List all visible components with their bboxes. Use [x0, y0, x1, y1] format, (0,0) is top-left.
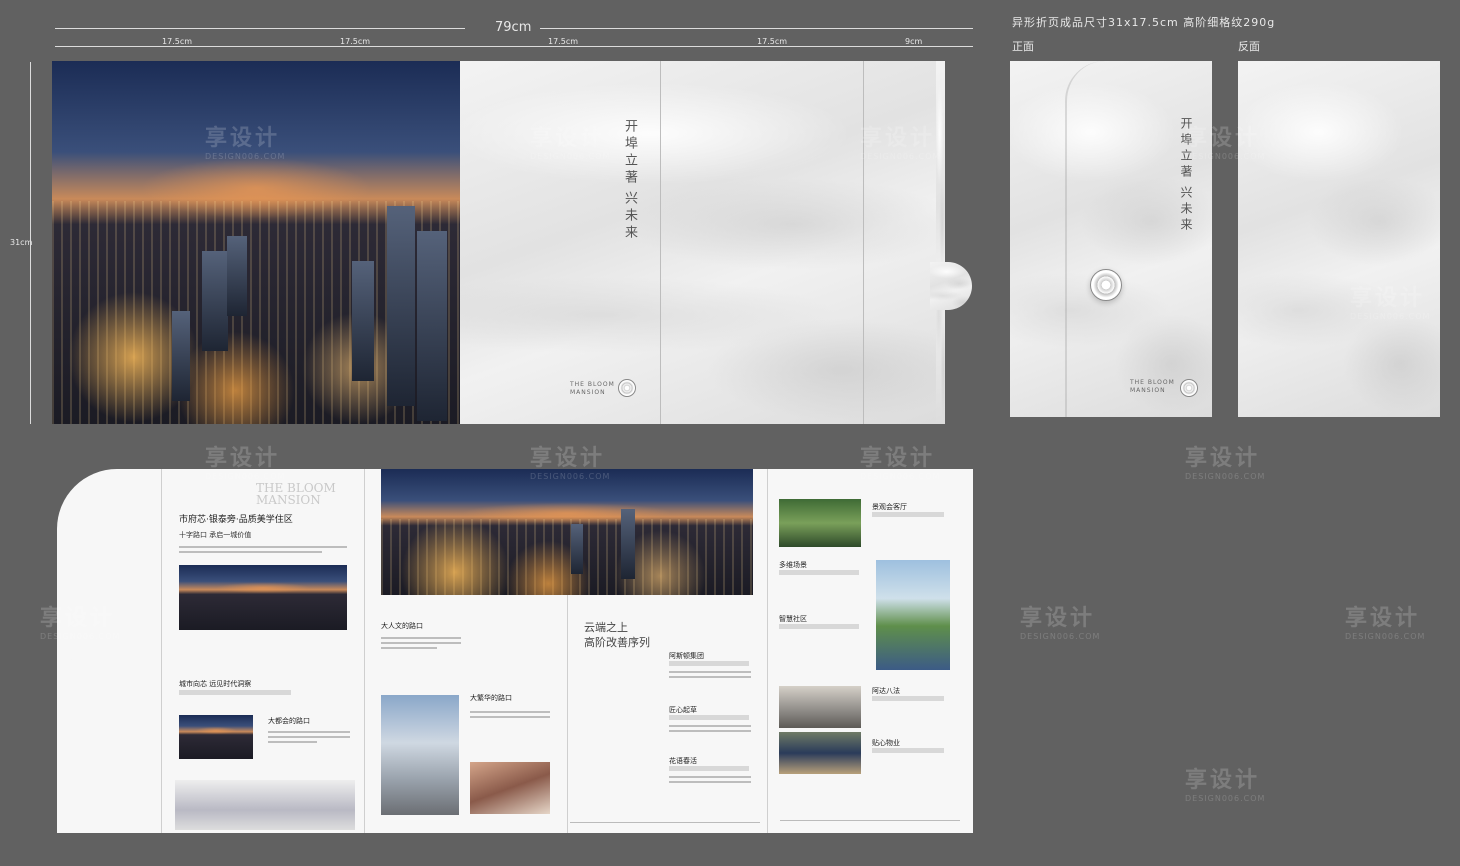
panel4-line-drawing [780, 800, 960, 821]
cover-tab [930, 262, 972, 310]
panel1-subtitle: 十字路口 承启一城价值 [179, 531, 252, 539]
watermark: 享设计 DESIGN006.COM [860, 446, 941, 481]
panel2-section2-title: 大繁华的路口 [470, 694, 512, 702]
panel2-mall-photo [381, 695, 459, 815]
segment-label-3: 17.5cm [548, 37, 579, 46]
panel1-night-photo [179, 715, 253, 759]
watermark: 享设计 DESIGN006.COM [1185, 446, 1266, 481]
panel3-line-skyline [570, 800, 760, 823]
front-preview: 开埠立著 兴未来 THE BLOOM MANSION [1010, 61, 1212, 417]
panel4-lobby-photo [779, 686, 861, 728]
panel1-section3-title: 大都会的路口 [268, 717, 310, 725]
panel2-panorama-photo [381, 469, 753, 595]
panel1-watermark-en: THE BLOOM MANSION [256, 481, 336, 507]
cover-slogan-2: 兴未来 [622, 191, 637, 242]
segment-label-5: 9cm [905, 37, 923, 46]
panel4-item-3: 智慧社区 [779, 615, 807, 623]
watermark: 享设计 DESIGN006.COM [1345, 606, 1426, 641]
watermark: 享设计 DESIGN006.COM [40, 606, 121, 641]
panel4-item-1: 景观会客厅 [872, 503, 907, 511]
panel3-item-3: 花语春活 [669, 757, 697, 765]
panel2-section1-title: 大人文的路口 [381, 622, 423, 630]
watermark: 享设计 DESIGN006.COM [1350, 286, 1431, 321]
back-label: 反面 [1238, 40, 1260, 53]
brand-logo-icon [618, 379, 636, 397]
front-slogan-2: 兴未来 [1179, 186, 1193, 234]
front-logo-icon [1090, 269, 1122, 301]
watermark: 享设计 DESIGN006.COM [1185, 768, 1266, 803]
segment-label-4: 17.5cm [757, 37, 788, 46]
cover-marble-panel: 开埠立著 兴未来 THE BLOOM MANSION [460, 61, 936, 424]
panel1-skyline-reflection [175, 780, 355, 830]
watermark: 享设计 DESIGN006.COM [530, 446, 611, 481]
panel1-skyline-photo [179, 565, 347, 630]
panel4-garden-photo [779, 499, 861, 547]
cover-slogan-1: 开埠立著 [622, 119, 637, 187]
segment-label-1: 17.5cm [162, 37, 193, 46]
spec-note: 异形折页成品尺寸31x17.5cm 高阶细格纹290g [1012, 16, 1276, 29]
watermark: 享设计 DESIGN006.COM [860, 126, 941, 161]
back-preview [1238, 61, 1440, 417]
cover-city-photo [52, 61, 460, 424]
panel3-heading-line1: 云端之上 [584, 621, 628, 634]
panel1-section2-title: 城市向芯 远见时代洞察 [179, 680, 252, 688]
front-brand-logo-icon [1180, 379, 1198, 397]
panel3-item-2: 匠心起草 [669, 706, 697, 714]
total-width-label: 79cm [495, 20, 532, 35]
dim-line-right [540, 28, 973, 29]
watermark: 享设计 DESIGN006.COM [1020, 606, 1101, 641]
dim-line-segments [55, 46, 973, 47]
panel4-item-2: 多维场景 [779, 561, 807, 569]
panel3-heading: 云端之上 高阶改善序列 [584, 620, 650, 650]
watermark: 享设计 DESIGN006.COM [1185, 126, 1266, 161]
dim-line-left [55, 28, 465, 29]
height-label: 31cm [10, 238, 33, 247]
panel2-interior-photo [470, 762, 550, 814]
panel4-item-5: 贴心物业 [872, 739, 900, 747]
cover-brand: THE BLOOM MANSION [570, 381, 615, 396]
panel3-item-1: 阿斯顿集团 [669, 652, 704, 660]
watermark: 享设计 DESIGN006.COM [530, 126, 611, 161]
watermark: 享设计 DESIGN006.COM [205, 446, 286, 481]
front-label: 正面 [1012, 40, 1034, 53]
panel3-heading-line2: 高阶改善序列 [584, 636, 650, 649]
panel4-playground-photo [876, 560, 950, 670]
panel4-staff-photo [779, 732, 861, 774]
front-brand: THE BLOOM MANSION [1130, 379, 1175, 394]
panel4-item-4: 阿达八法 [872, 687, 900, 695]
panel1-title: 市府芯·银泰旁·品质美学住区 [179, 515, 293, 525]
segment-label-2: 17.5cm [340, 37, 371, 46]
watermark: 享设计 DESIGN006.COM [205, 126, 286, 161]
